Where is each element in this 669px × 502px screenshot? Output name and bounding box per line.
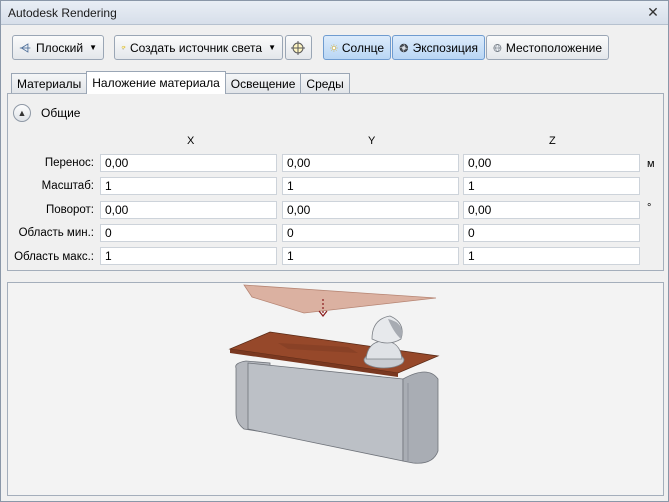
region-min-x-input[interactable]: 0: [100, 224, 277, 242]
globe-icon: [493, 43, 502, 52]
general-group-title: Общие: [41, 106, 81, 120]
rotation-y-input[interactable]: 0,00: [282, 201, 459, 219]
region-max-y-input[interactable]: 1: [282, 247, 459, 265]
object-front-face: [247, 362, 404, 462]
tab-materials[interactable]: Материалы: [11, 73, 88, 94]
title-bar: Autodesk Rendering ✕: [1, 1, 668, 25]
location-label: Местоположение: [505, 40, 602, 55]
general-group-header: ▲ Общие: [13, 104, 80, 122]
exposure-label: Экспозиция: [412, 40, 478, 55]
rotation-unit: °: [647, 202, 652, 214]
scale-y-input[interactable]: 1: [282, 177, 459, 195]
region-min-label: Область мин.:: [18, 227, 94, 239]
translation-x-input[interactable]: 0,00: [100, 154, 277, 172]
create-light-label: Создать источник света: [129, 40, 263, 55]
tab-environments[interactable]: Среды: [300, 73, 350, 94]
close-icon[interactable]: ✕: [645, 4, 661, 20]
toolbar: Плоский ▼ Создать источник света ▼ Солнц…: [1, 26, 668, 68]
translation-y-input[interactable]: 0,00: [282, 154, 459, 172]
region-min-z-input[interactable]: 0: [463, 224, 640, 242]
scale-x-input[interactable]: 1: [100, 177, 277, 195]
scale-label: Масштаб:: [41, 180, 94, 192]
light-target-button[interactable]: [285, 35, 312, 60]
window-title: Autodesk Rendering: [8, 6, 117, 20]
translation-unit: м: [647, 158, 655, 170]
location-button[interactable]: Местоположение: [486, 35, 609, 60]
sun-toggle-button[interactable]: Солнце: [323, 35, 391, 60]
column-header-z: Z: [549, 135, 556, 147]
tab-strip: Материалы Наложение материала Освещение …: [11, 71, 350, 94]
rendering-window: Autodesk Rendering ✕ Плоский ▼ Создать и…: [0, 0, 669, 502]
exposure-toggle-button[interactable]: Экспозиция: [392, 35, 485, 60]
sun-icon: [330, 43, 338, 52]
region-max-label: Область макс.:: [14, 251, 94, 263]
chevron-down-icon: ▼: [89, 43, 97, 52]
collapse-up-icon[interactable]: ▲: [13, 104, 31, 122]
projection-icon: [19, 42, 31, 53]
projection-label: Плоский: [35, 40, 84, 55]
region-max-x-input[interactable]: 1: [100, 247, 277, 265]
probe-dome: [365, 340, 403, 360]
tab-material-mapping[interactable]: Наложение материала: [86, 71, 226, 94]
translation-label: Перенос:: [44, 157, 94, 169]
region-min-y-input[interactable]: 0: [282, 224, 459, 242]
region-max-z-input[interactable]: 1: [463, 247, 640, 265]
scale-z-input[interactable]: 1: [463, 177, 640, 195]
create-light-button[interactable]: Создать источник света ▼: [114, 35, 283, 60]
mapping-preview[interactable]: [7, 282, 664, 496]
preview-scene: [228, 284, 440, 464]
projection-plane: [243, 284, 437, 314]
crosshair-light-icon: [291, 40, 305, 55]
chevron-down-icon: ▼: [268, 43, 276, 52]
rotation-z-input[interactable]: 0,00: [463, 201, 640, 219]
sun-label: Солнце: [341, 40, 384, 55]
light-bulb-icon: [121, 45, 126, 50]
translation-z-input[interactable]: 0,00: [463, 154, 640, 172]
tab-lighting[interactable]: Освещение: [224, 73, 302, 94]
column-header-y: Y: [368, 135, 376, 147]
rotation-x-input[interactable]: 0,00: [100, 201, 277, 219]
rotation-label: Поворот:: [45, 204, 94, 216]
exposure-icon: [399, 43, 409, 52]
projection-dropdown-button[interactable]: Плоский ▼: [12, 35, 104, 60]
column-header-x: X: [187, 135, 195, 147]
